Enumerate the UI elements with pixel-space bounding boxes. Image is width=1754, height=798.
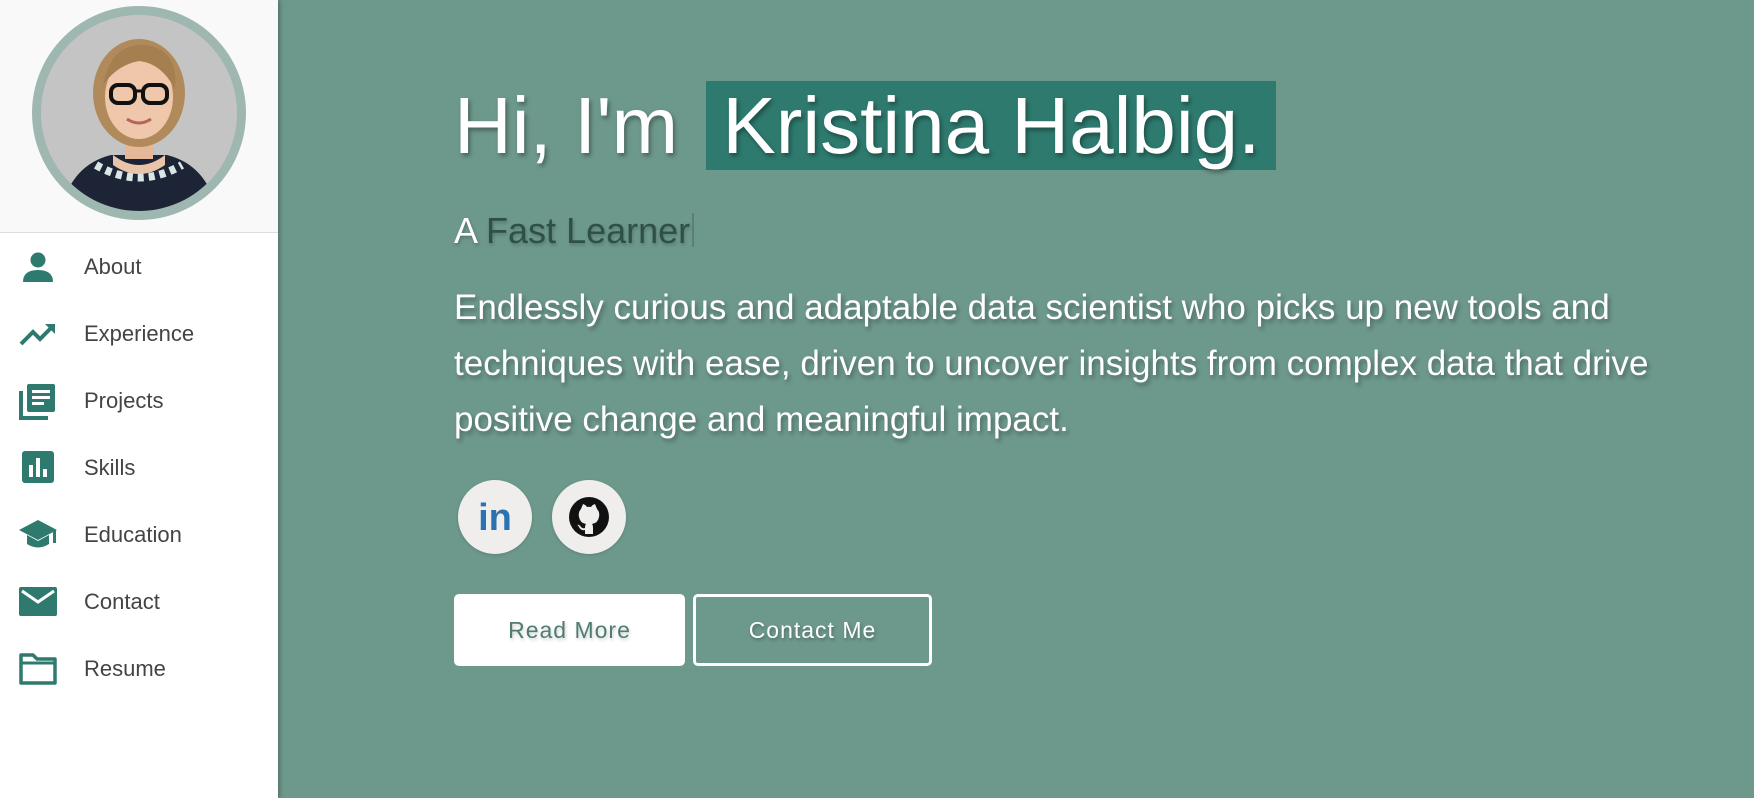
sidebar-item-resume[interactable]: Resume	[0, 635, 278, 702]
sidebar-item-label: Resume	[84, 655, 166, 681]
sidebar-item-label: Skills	[84, 454, 136, 480]
linkedin-icon: in	[478, 497, 512, 539]
typing-caret	[692, 213, 695, 247]
hero-name: Kristina Halbig.	[706, 81, 1277, 170]
sidebar-item-label: Education	[84, 521, 182, 547]
github-button[interactable]	[552, 480, 626, 554]
linkedin-button[interactable]: in	[458, 480, 532, 554]
hero-buttons: Read More Contact Me	[454, 594, 1754, 666]
sidebar-item-experience[interactable]: Experience	[0, 300, 278, 367]
profile-area	[0, 0, 278, 233]
role-typed-text: Fast Learner	[486, 210, 691, 251]
sidebar-item-about[interactable]: About	[0, 233, 278, 300]
role-prefix: A	[454, 210, 477, 251]
folder-icon	[18, 649, 58, 689]
sidebar: About Experience Projects Skills Educati…	[0, 0, 278, 798]
person-icon	[18, 247, 58, 287]
read-more-button[interactable]: Read More	[454, 594, 685, 666]
library-books-icon	[18, 381, 58, 421]
bar-chart-icon	[18, 448, 58, 488]
sidebar-item-label: Contact	[84, 588, 160, 614]
linkedin-icon-text: in	[478, 497, 512, 539]
sidebar-item-label: Experience	[84, 320, 195, 346]
hero-section: Hi, I'm Kristina Halbig. A Fast Learner …	[278, 0, 1754, 798]
github-icon	[569, 497, 609, 537]
sidebar-item-label: Projects	[84, 387, 164, 413]
sidebar-item-education[interactable]: Education	[0, 501, 278, 568]
sidebar-item-label: About	[84, 253, 142, 279]
greeting: Hi, I'm	[454, 81, 679, 170]
contact-me-button[interactable]: Contact Me	[693, 594, 932, 666]
mail-icon	[18, 582, 58, 622]
hero-content: Hi, I'm Kristina Halbig. A Fast Learner …	[454, 78, 1754, 666]
avatar	[32, 6, 246, 220]
hero-headline: Hi, I'm Kristina Halbig.	[454, 78, 1754, 174]
hero-role: A Fast Learner	[454, 210, 1754, 252]
social-links: in	[454, 480, 1754, 554]
sidebar-item-projects[interactable]: Projects	[0, 367, 278, 434]
sidebar-item-contact[interactable]: Contact	[0, 568, 278, 635]
graduation-cap-icon	[18, 515, 58, 555]
hero-bio: Endlessly curious and adaptable data sci…	[454, 288, 1649, 439]
sidebar-nav: About Experience Projects Skills Educati…	[0, 233, 278, 702]
profile-photo	[41, 15, 237, 211]
sidebar-item-skills[interactable]: Skills	[0, 434, 278, 501]
trending-up-icon	[18, 314, 58, 354]
